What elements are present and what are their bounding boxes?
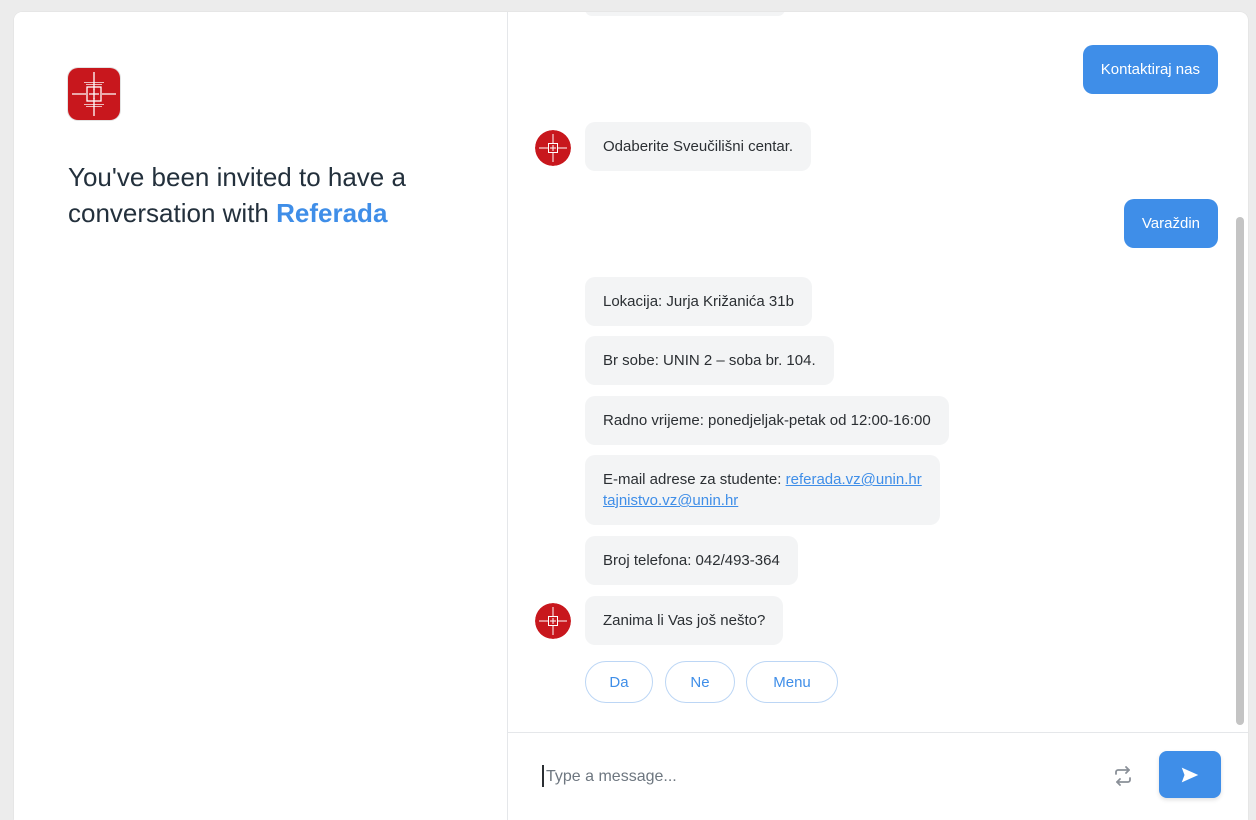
quick-reply-da[interactable]: Da xyxy=(585,661,653,703)
invite-panel: You've been invited to have a conversati… xyxy=(14,12,508,820)
email-link[interactable]: referada.vz@unin.hr xyxy=(786,471,922,488)
invite-heading: You've been invited to have a conversati… xyxy=(68,159,488,231)
bot-message: Zanima li Vas još nešto? xyxy=(585,596,784,645)
message-text: Broj telefona: 042/493-364 xyxy=(603,552,780,569)
message-text: Varaždin xyxy=(1141,215,1200,232)
message-text: Odaberite Sveučilišni centar. xyxy=(603,138,794,155)
bot-name: Referada xyxy=(276,198,388,228)
quick-reply-menu[interactable]: Menu xyxy=(746,661,838,703)
bot-message: Radno vrijeme: ponedjeljak-petak od 12:0… xyxy=(585,396,949,445)
message-input[interactable] xyxy=(544,763,1108,791)
user-message: Varaždin xyxy=(1123,199,1218,248)
bot-message-email: E-mail adrese za studente: referada.vz@u… xyxy=(585,455,940,525)
bot-message: Lokacija: Jurja Križanića 31b xyxy=(585,277,812,326)
refresh-icon[interactable] xyxy=(1109,762,1137,790)
message-text: Zanima li Vas još nešto? xyxy=(603,612,766,629)
message-text: Radno vrijeme: ponedjeljak-petak od 12:0… xyxy=(603,412,931,429)
bot-message: Odaberite Sveučilišni centar. xyxy=(585,122,812,171)
message-text: Br sobe: UNIN 2 – soba br. 104. xyxy=(603,352,816,369)
scrollbar[interactable] xyxy=(1236,217,1244,725)
user-message: Kontaktiraj nas xyxy=(1082,45,1218,94)
message-text: Kontaktiraj nas xyxy=(1100,61,1200,78)
bot-avatar xyxy=(535,603,571,639)
bot-message: Broj telefona: 042/493-364 xyxy=(585,536,798,585)
bot-message: Br sobe: UNIN 2 – soba br. 104. xyxy=(585,336,834,385)
email-link[interactable]: tajnistvo.vz@unin.hr xyxy=(603,492,738,509)
composer xyxy=(508,732,1248,820)
send-icon xyxy=(1181,767,1199,782)
bot-avatar xyxy=(535,130,571,166)
message-text: E-mail adrese za studente: xyxy=(603,471,782,488)
message-list[interactable]: Kontaktiraj nas Odaberite Sveučilišni ce… xyxy=(508,12,1248,732)
send-button[interactable] xyxy=(1159,751,1221,798)
message-text: Lokacija: Jurja Križanića 31b xyxy=(603,293,794,310)
chat-window: You've been invited to have a conversati… xyxy=(14,12,1248,820)
quick-reply-ne[interactable]: Ne xyxy=(665,661,735,703)
university-logo-icon xyxy=(68,68,120,120)
conversation-panel: Kontaktiraj nas Odaberite Sveučilišni ce… xyxy=(508,12,1248,820)
bot-message-partial xyxy=(585,12,785,16)
